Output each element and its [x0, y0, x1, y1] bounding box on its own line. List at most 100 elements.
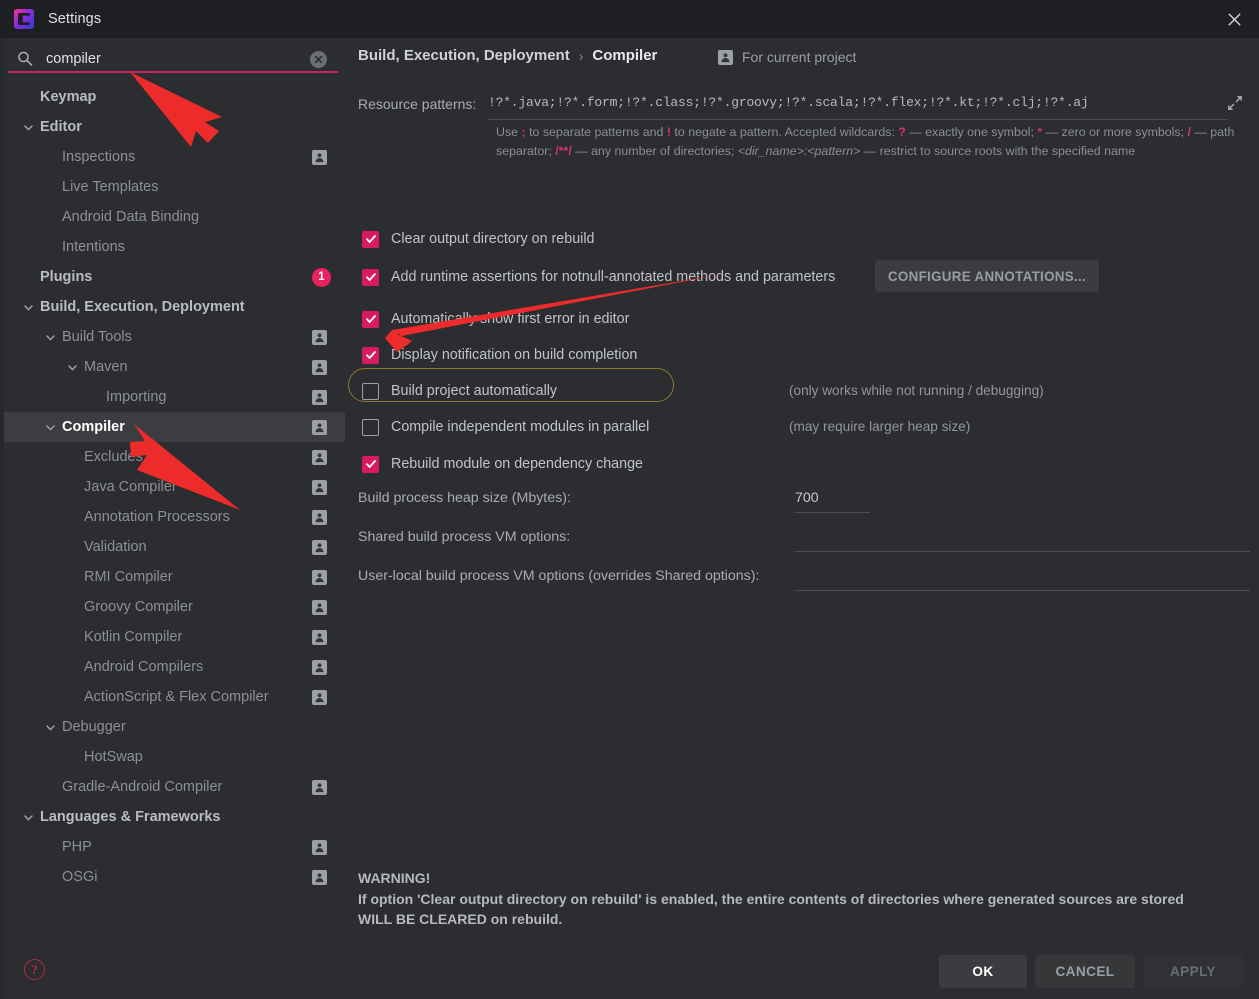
sidebar-item-osgi[interactable]: OSGi	[4, 862, 345, 892]
sidebar-item-label: Kotlin Compiler	[84, 629, 183, 645]
resource-patterns-help: Use ; to separate patterns and ! to nega…	[496, 123, 1241, 160]
sidebar-item-kotlin-compiler[interactable]: Kotlin Compiler	[4, 622, 345, 652]
chevron-down-icon[interactable]	[44, 421, 57, 434]
checkbox-add-runtime-assertions-for-notnull-annotated-methods-and-parameters[interactable]: Add runtime assertions for notnull-annot…	[362, 266, 835, 288]
sidebar-item-java-compiler[interactable]: Java Compiler	[4, 472, 345, 502]
sidebar-item-build-execution-deployment[interactable]: Build, Execution, Deployment	[4, 292, 345, 322]
chevron-down-icon[interactable]	[22, 121, 35, 134]
sidebar-item-compiler[interactable]: Compiler	[4, 412, 345, 442]
checkbox-clear-output-directory-on-rebuild[interactable]: Clear output directory on rebuild	[362, 228, 594, 250]
project-scope-icon	[312, 149, 327, 165]
checkbox-label: Add runtime assertions for notnull-annot…	[391, 269, 836, 285]
help-icon[interactable]: ?	[24, 959, 45, 980]
sidebar-item-live-templates[interactable]: Live Templates	[4, 172, 345, 202]
search-input[interactable]	[46, 51, 310, 67]
field-underline	[795, 590, 1250, 591]
sidebar-item-android-compilers[interactable]: Android Compilers	[4, 652, 345, 682]
chevron-down-icon[interactable]	[66, 361, 79, 374]
project-scope-icon	[312, 539, 327, 555]
warning-line-2: If option 'Clear output directory on reb…	[358, 890, 1184, 907]
sidebar-item-label: PHP	[62, 839, 92, 855]
sidebar-item-label: Validation	[84, 539, 147, 555]
sidebar-item-debugger[interactable]: Debugger	[4, 712, 345, 742]
field-label: User-local build process VM options (ove…	[358, 568, 760, 584]
checkbox-display-notification-on-build-completion[interactable]: Display notification on build completion	[362, 344, 637, 366]
sidebar-item-plugins[interactable]: Plugins 1	[4, 262, 345, 292]
help-part1: Use	[496, 125, 522, 139]
breadcrumb-parent[interactable]: Build, Execution, Deployment	[358, 47, 570, 64]
field-input[interactable]: 700	[795, 490, 819, 506]
sidebar-item-editor[interactable]: Editor	[4, 112, 345, 142]
settings-tree[interactable]: Keymap Editor Inspections Live Templates And…	[4, 82, 345, 939]
for-current-project-indicator: For current project	[718, 49, 856, 65]
checkbox-compile-independent-modules-in-parallel[interactable]: Compile independent modules in parallel	[362, 416, 649, 438]
checkbox-checked-icon[interactable]	[362, 230, 379, 248]
help-italic1: <dir_name>:<pattern>	[737, 143, 861, 158]
dialog-footer: ? OK CANCEL APPLY	[0, 939, 1259, 999]
checkbox-unchecked-icon[interactable]	[362, 382, 379, 400]
sidebar-item-android-data-binding[interactable]: Android Data Binding	[4, 202, 345, 232]
sidebar-item-languages-frameworks[interactable]: Languages & Frameworks	[4, 802, 345, 832]
checkbox-checked-icon[interactable]	[362, 310, 379, 328]
field-label: Shared build process VM options:	[358, 529, 571, 545]
sidebar-item-intentions[interactable]: Intentions	[4, 232, 345, 262]
sidebar-item-actionscript-flex-compiler[interactable]: ActionScript & Flex Compiler	[4, 682, 345, 712]
sidebar-item-importing[interactable]: Importing	[4, 382, 345, 412]
sidebar-item-keymap[interactable]: Keymap	[4, 82, 345, 112]
ok-button[interactable]: OK	[939, 955, 1027, 988]
field-label: Build process heap size (Mbytes):	[358, 490, 571, 506]
apply-button[interactable]: APPLY	[1143, 955, 1243, 988]
clear-icon[interactable]	[310, 50, 327, 68]
sidebar-item-label: Android Data Binding	[62, 209, 200, 225]
sidebar-item-label: Groovy Compiler	[84, 599, 193, 615]
sidebar-item-php[interactable]: PHP	[4, 832, 345, 862]
sidebar-item-rmi-compiler[interactable]: RMI Compiler	[4, 562, 345, 592]
chevron-down-icon[interactable]	[22, 811, 35, 824]
checkbox-hint: (only works while not running / debuggin…	[789, 383, 1044, 398]
for-current-project-label: For current project	[742, 49, 857, 65]
chevron-down-icon[interactable]	[22, 301, 35, 314]
configure-annotations-button[interactable]: CONFIGURE ANNOTATIONS...	[875, 260, 1099, 292]
checkbox-build-project-automatically[interactable]: Build project automatically	[362, 380, 557, 402]
resource-patterns-label: Resource patterns:	[358, 96, 477, 112]
search-icon	[16, 50, 34, 68]
cancel-button[interactable]: CANCEL	[1035, 955, 1135, 988]
help-part7: — any number of directories;	[571, 143, 738, 158]
close-icon[interactable]	[1209, 0, 1259, 38]
checkbox-hint: (may require larger heap size)	[789, 419, 971, 434]
sidebar-item-hotswap[interactable]: HotSwap	[4, 742, 345, 772]
help-part5: — zero or more symbols;	[1042, 125, 1188, 139]
checkbox-rebuild-module-on-dependency-change[interactable]: Rebuild module on dependency change	[362, 453, 643, 475]
sidebar-item-maven[interactable]: Maven	[4, 352, 345, 382]
title-bar: Settings	[0, 0, 1259, 38]
help-hl3: ?	[898, 125, 906, 139]
help-part3: to negate a pattern. Accepted wildcards:	[670, 125, 899, 139]
project-scope-icon	[312, 479, 327, 495]
checkbox-checked-icon[interactable]	[362, 268, 379, 286]
expand-icon[interactable]	[1222, 90, 1248, 116]
sidebar-item-label: Build Tools	[62, 329, 132, 345]
sidebar-item-excludes[interactable]: Excludes	[4, 442, 345, 472]
sidebar-item-inspections[interactable]: Inspections	[4, 142, 345, 172]
search-underline	[8, 71, 338, 73]
checkbox-checked-icon[interactable]	[362, 455, 379, 473]
sidebar-item-label: Debugger	[62, 719, 126, 735]
checkbox-label: Automatically show first error in editor	[391, 311, 630, 327]
checkbox-automatically-show-first-error-in-editor[interactable]: Automatically show first error in editor	[362, 308, 629, 330]
help-part8: — restrict to source roots with the spec…	[860, 143, 1136, 158]
sidebar-item-validation[interactable]: Validation	[4, 532, 345, 562]
checkbox-checked-icon[interactable]	[362, 346, 379, 364]
checkbox-unchecked-icon[interactable]	[362, 418, 379, 436]
chevron-down-icon[interactable]	[44, 721, 57, 734]
sidebar-item-gradle-android-compiler[interactable]: Gradle-Android Compiler	[4, 772, 345, 802]
sidebar-item-label: RMI Compiler	[84, 569, 173, 585]
resource-patterns-field[interactable]: !?*.java;!?*.form;!?*.class;!?*.groovy;!…	[488, 88, 1213, 118]
chevron-down-icon[interactable]	[44, 331, 57, 344]
sidebar-item-groovy-compiler[interactable]: Groovy Compiler	[4, 592, 345, 622]
sidebar-item-build-tools[interactable]: Build Tools	[4, 322, 345, 352]
window-title: Settings	[48, 11, 102, 27]
checkbox-label: Display notification on build completion	[391, 347, 638, 363]
sidebar-item-label: Java Compiler	[84, 479, 177, 495]
sidebar-item-label: Android Compilers	[84, 659, 204, 675]
sidebar-item-annotation-processors[interactable]: Annotation Processors	[4, 502, 345, 532]
